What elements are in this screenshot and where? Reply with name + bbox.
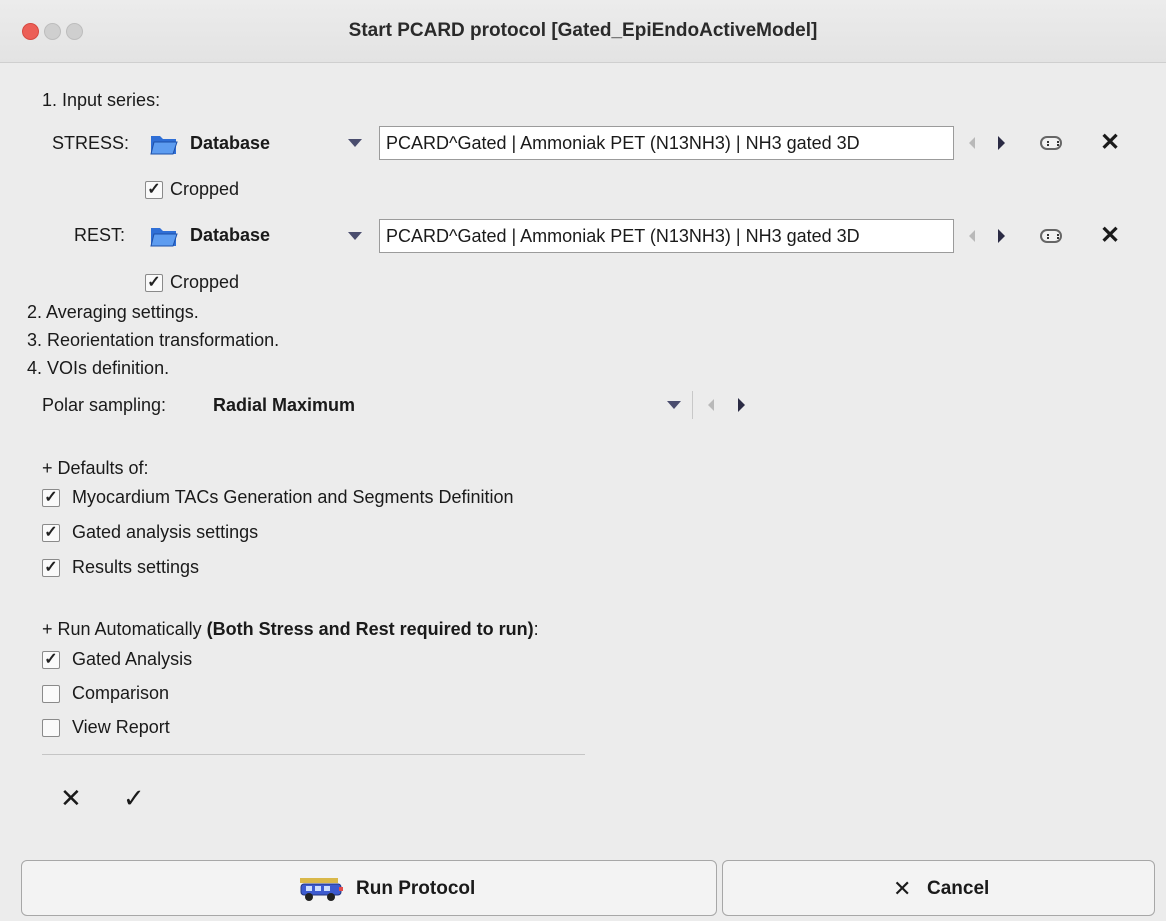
run-comparison-checkbox[interactable] (42, 685, 60, 703)
previous-arrow-icon[interactable] (969, 230, 975, 242)
run-view-report-checkbox[interactable] (42, 719, 60, 737)
stress-cropped-label: Cropped (170, 179, 240, 199)
defaults-gated-label: Gated analysis settings (72, 522, 259, 542)
input-series-heading: 1. Input series: (42, 90, 161, 110)
chevron-down-icon[interactable] (667, 401, 681, 409)
window-title: Start PCARD protocol [Gated_EpiEndoActiv… (348, 20, 818, 41)
run-gated-analysis-checkbox[interactable]: ✓ (42, 651, 60, 669)
title-bar: Start PCARD protocol [Gated_EpiEndoActiv… (0, 0, 1166, 63)
polar-sampling-select[interactable]: Radial Maximum (213, 395, 355, 416)
dialog-window: Start PCARD protocol [Gated_EpiEndoActiv… (0, 0, 1166, 921)
apply-defaults-button[interactable]: ✓ (123, 783, 145, 814)
defaults-results-label: Results settings (72, 557, 200, 577)
database-folder-icon (150, 228, 178, 247)
next-arrow-icon[interactable] (738, 398, 745, 412)
previous-arrow-icon[interactable] (708, 399, 714, 411)
reorientation-step[interactable]: 3. Reorientation transformation. (27, 330, 279, 351)
defaults-gated-checkbox[interactable]: ✓ (42, 524, 60, 542)
run-comparison-label: Comparison (72, 683, 170, 703)
run-protocol-button[interactable]: Run Protocol (21, 860, 717, 916)
vois-definition-step[interactable]: 4. VOIs definition. (27, 358, 169, 379)
stress-label: STRESS: (52, 133, 130, 153)
stress-cropped-checkbox[interactable]: ✓ (145, 181, 163, 199)
rest-source-select[interactable]: Database (190, 225, 270, 246)
divider (42, 754, 585, 755)
run-automatically-heading: + Run Automatically (Both Stress and Res… (42, 619, 539, 639)
database-folder-icon (150, 136, 178, 155)
series-options-icon[interactable] (1040, 136, 1062, 150)
stress-source-select[interactable]: Database (190, 133, 270, 154)
defaults-heading: + Defaults of: (42, 458, 149, 478)
next-arrow-icon[interactable] (998, 229, 1005, 243)
run-view-report-label: View Report (72, 717, 170, 737)
clear-defaults-button[interactable]: ✕ (60, 783, 82, 814)
polar-sampling-label: Polar sampling: (42, 395, 167, 415)
rest-label: REST: (74, 225, 126, 245)
run-car-icon (300, 878, 343, 901)
run-protocol-label: Run Protocol (356, 878, 476, 899)
cancel-label: Cancel (927, 878, 990, 899)
defaults-myocardium-label: Myocardium TACs Generation and Segments … (72, 487, 514, 507)
chevron-down-icon[interactable] (348, 139, 362, 147)
divider (692, 391, 693, 419)
chevron-down-icon[interactable] (348, 232, 362, 240)
cancel-icon: ✕ (893, 876, 912, 901)
defaults-results-checkbox[interactable]: ✓ (42, 559, 60, 577)
rest-series-field[interactable]: PCARD^Gated | Ammoniak PET (N13NH3) | NH… (379, 219, 954, 253)
stress-series-field[interactable]: PCARD^Gated | Ammoniak PET (N13NH3) | NH… (379, 126, 954, 160)
rest-cropped-label: Cropped (170, 272, 240, 292)
run-gated-analysis-label: Gated Analysis (72, 649, 193, 669)
rest-cropped-checkbox[interactable]: ✓ (145, 274, 163, 292)
defaults-myocardium-checkbox[interactable]: ✓ (42, 489, 60, 507)
cancel-button[interactable]: ✕ Cancel (722, 860, 1155, 916)
next-arrow-icon[interactable] (998, 136, 1005, 150)
averaging-settings-step[interactable]: 2. Averaging settings. (27, 302, 199, 323)
series-options-icon[interactable] (1040, 229, 1062, 243)
stress-clear-button[interactable]: ✕ (1100, 131, 1120, 155)
rest-clear-button[interactable]: ✕ (1100, 224, 1120, 248)
previous-arrow-icon[interactable] (969, 137, 975, 149)
